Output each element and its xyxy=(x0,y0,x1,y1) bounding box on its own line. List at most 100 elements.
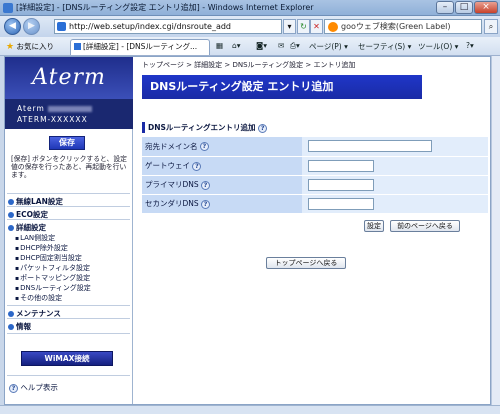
page-icon xyxy=(57,22,66,31)
primary-dns-field[interactable] xyxy=(308,178,374,191)
submenu-dns-routing[interactable]: DNSルーティング設定 xyxy=(15,283,91,293)
breadcrumb: トップページ > 詳細設定 > DNSルーティング設定 > エントリ追加 xyxy=(142,61,356,69)
tab-label: [詳細設定] - [DNSルーティング... xyxy=(83,42,198,51)
status-bar xyxy=(0,405,500,414)
search-icon[interactable]: ⌕ xyxy=(484,19,498,34)
goo-icon xyxy=(328,22,338,32)
gateway-field[interactable] xyxy=(308,159,374,172)
field-label-primary-dns: プライマリDNS ? xyxy=(142,175,302,195)
form-row: ゲートウェイ ? xyxy=(142,156,488,176)
entry-form: 宛先ドメイン名 ? ゲートウェイ ? プライマリDNS ? セカンダリDNS ? xyxy=(142,137,488,214)
menu-info[interactable]: 情報 xyxy=(8,321,31,332)
divider xyxy=(7,333,130,334)
home-icon[interactable]: ⌂▾ xyxy=(232,41,241,50)
field-cell xyxy=(302,175,488,195)
mail-icon[interactable]: ✉ xyxy=(278,41,284,50)
menu-label: メンテナンス xyxy=(16,309,61,318)
divider xyxy=(7,206,130,207)
print-icon[interactable]: ⎙▾ xyxy=(290,41,300,51)
feeds-icon[interactable]: ◙▾ xyxy=(256,41,267,50)
address-toolbar: ◀ ▶ http://web.setup/index.cgi/dnsroute_… xyxy=(0,16,500,37)
divider xyxy=(7,305,130,306)
divider xyxy=(7,193,130,194)
submenu-lan[interactable]: LAN側設定 xyxy=(15,233,55,243)
help-label: ヘルプ表示 xyxy=(20,383,58,392)
aterm-logo: Aterm xyxy=(5,57,133,99)
help-icon[interactable]: ? xyxy=(192,161,202,171)
tab-icon xyxy=(74,43,81,50)
model-line1: Aterm xyxy=(17,104,45,113)
submenu-packet-filter[interactable]: パケットフィルタ設定 xyxy=(15,263,90,273)
submenu-dhcp-exclude[interactable]: DHCP除外設定 xyxy=(15,243,68,253)
submenu-other[interactable]: その他の設定 xyxy=(15,293,62,303)
tab-list-icon[interactable]: ▦ xyxy=(216,41,223,50)
bullet-icon xyxy=(8,212,14,218)
field-label-gateway: ゲートウェイ ? xyxy=(142,156,302,176)
window-title-bar: [詳細設定] - [DNSルーティング設定 エントリ追加] - Windows … xyxy=(0,0,500,16)
refresh-icon[interactable]: ↻ xyxy=(297,19,310,34)
label-text: プライマリDNS xyxy=(145,180,199,189)
close-button[interactable]: × xyxy=(474,1,498,14)
help-menu[interactable]: ?▾ xyxy=(466,41,474,50)
stop-icon[interactable]: ✕ xyxy=(310,19,323,34)
search-input[interactable]: gooウェブ検索(Green Label) xyxy=(324,19,482,34)
bullet-icon xyxy=(8,311,14,317)
label-text: セカンダリDNS xyxy=(145,199,199,208)
divider xyxy=(7,219,130,220)
section-title-text: DNSルーティングエントリ追加 xyxy=(148,123,256,132)
form-row: 宛先ドメイン名 ? xyxy=(142,137,488,157)
page-menu[interactable]: ページ(P) ▾ xyxy=(309,41,348,52)
domain-name-field[interactable] xyxy=(308,140,432,153)
divider xyxy=(7,318,130,319)
model-info: Aterm ATERM-XXXXXX xyxy=(5,99,133,129)
url-text: http://web.setup/index.cgi/dnsroute_add xyxy=(69,22,231,31)
help-icon[interactable]: ? xyxy=(258,123,268,133)
top-page-button[interactable]: トップページへ戻る xyxy=(266,257,346,269)
model-line2: ATERM-XXXXXX xyxy=(17,115,88,124)
save-hint: [保存] ボタンをクリックすると、設定値の保存を行ったあと、再起動を行います。 xyxy=(11,155,127,179)
bullet-icon xyxy=(8,199,14,205)
main-panel: トップページ > 詳細設定 > DNSルーティング設定 > エントリ追加 DNS… xyxy=(136,57,490,404)
wimax-connect-button[interactable]: WiMAX接続 xyxy=(21,351,113,366)
menu-advanced[interactable]: 詳細設定 xyxy=(8,222,46,233)
help-icon[interactable]: ? xyxy=(201,199,211,209)
scrollbar[interactable] xyxy=(491,56,500,405)
label-text: 宛先ドメイン名 xyxy=(145,141,198,151)
menu-label: 詳細設定 xyxy=(16,223,46,232)
dropdown-icon[interactable]: ▾ xyxy=(283,19,296,34)
field-cell xyxy=(302,194,488,214)
window-title: [詳細設定] - [DNSルーティング設定 エントリ追加] - Windows … xyxy=(16,3,314,12)
browser-tab[interactable]: [詳細設定] - [DNSルーティング... xyxy=(70,39,210,55)
page-content: Aterm Aterm ATERM-XXXXXX 保存 [保存] ボタンをクリッ… xyxy=(4,56,491,405)
bullet-icon xyxy=(8,324,14,330)
label-text: ゲートウェイ xyxy=(145,161,190,170)
help-link[interactable]: ? ヘルプ表示 xyxy=(9,382,58,393)
help-icon[interactable]: ? xyxy=(201,180,211,190)
submenu-port-mapping[interactable]: ポートマッピング設定 xyxy=(15,273,90,283)
back-page-button[interactable]: 前のページへ戻る xyxy=(390,220,460,232)
submenu-dhcp-fixed[interactable]: DHCP固定割当設定 xyxy=(15,253,82,263)
field-label-domain: 宛先ドメイン名 ? xyxy=(142,137,302,157)
field-cell xyxy=(302,137,488,157)
save-button[interactable]: 保存 xyxy=(49,136,85,150)
back-icon[interactable]: ◀ xyxy=(4,18,21,35)
set-button[interactable]: 設定 xyxy=(364,220,384,232)
secondary-dns-field[interactable] xyxy=(308,197,374,210)
safety-menu[interactable]: セーフティ(S) ▾ xyxy=(358,41,411,52)
sidebar: Aterm Aterm ATERM-XXXXXX 保存 [保存] ボタンをクリッ… xyxy=(5,57,133,404)
form-row: セカンダリDNS ? xyxy=(142,194,488,214)
tools-menu[interactable]: ツール(O) ▾ xyxy=(418,41,458,52)
command-bar: ★ お気に入り [詳細設定] - [DNSルーティング... ▦ ⌂▾ ◙▾ ✉… xyxy=(0,37,500,56)
favorites-button[interactable]: ★ お気に入り xyxy=(6,41,54,52)
minimize-button[interactable]: – xyxy=(436,1,454,14)
search-placeholder: gooウェブ検索(Green Label) xyxy=(341,22,451,31)
form-row: プライマリDNS ? xyxy=(142,175,488,195)
field-label-secondary-dns: セカンダリDNS ? xyxy=(142,194,302,214)
maximize-button[interactable]: □ xyxy=(455,1,473,14)
ie-icon xyxy=(3,3,13,13)
address-input[interactable]: http://web.setup/index.cgi/dnsroute_add xyxy=(54,19,282,34)
menu-label: 無線LAN設定 xyxy=(16,197,63,206)
forward-icon[interactable]: ▶ xyxy=(23,18,40,35)
help-icon[interactable]: ? xyxy=(199,142,209,152)
menu-label: 情報 xyxy=(16,322,31,331)
